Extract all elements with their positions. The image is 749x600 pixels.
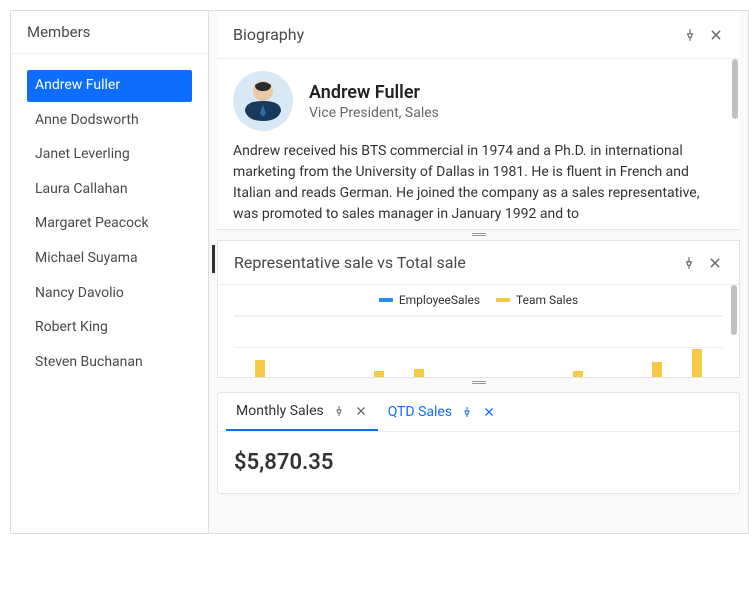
chart-header: Representative sale vs Total sale [218, 241, 739, 285]
pin-icon[interactable] [460, 405, 474, 419]
legend-label: EmployeeSales [399, 293, 480, 307]
sidebar-item-nancy-davolio[interactable]: Nancy Davolio [27, 278, 192, 310]
biography-header-info: Andrew Fuller Vice President, Sales [233, 71, 724, 131]
biography-title: Biography [233, 25, 304, 44]
sidebar-item-andrew-fuller[interactable]: Andrew Fuller [27, 70, 192, 102]
close-icon[interactable] [707, 255, 723, 271]
pin-icon[interactable] [332, 404, 346, 418]
biography-text: Andrew received his BTS commercial in 19… [233, 141, 724, 225]
tab-label: Monthly Sales [236, 403, 324, 419]
sidebar-item-laura-callahan[interactable]: Laura Callahan [27, 174, 192, 206]
tab-label: QTD Sales [388, 404, 452, 420]
tab-monthly-sales[interactable]: Monthly Sales [226, 393, 378, 431]
scrollbar-thumb[interactable] [732, 59, 738, 119]
bar-group [280, 315, 320, 377]
chart-bar[interactable] [692, 349, 702, 377]
biography-header: Biography [217, 11, 740, 59]
pin-icon[interactable] [682, 27, 698, 43]
bar-group [240, 315, 280, 377]
members-sidebar: Members Andrew Fuller Anne Dodsworth Jan… [11, 11, 209, 533]
members-list: Andrew Fuller Anne Dodsworth Janet Lever… [11, 54, 208, 397]
monthly-sales-value: $5,870.35 [234, 450, 723, 475]
sidebar-item-anne-dodsworth[interactable]: Anne Dodsworth [27, 105, 192, 137]
scrollbar-thumb[interactable] [731, 285, 737, 335]
biography-info: Andrew Fuller Vice President, Sales [309, 82, 439, 121]
sidebar-item-margaret-peacock[interactable]: Margaret Peacock [27, 208, 192, 240]
sidebar-item-janet-leverling[interactable]: Janet Leverling [27, 139, 192, 171]
avatar [233, 71, 293, 131]
chart-controls [681, 255, 723, 271]
chart-bar[interactable] [374, 371, 384, 377]
sidebar-item-robert-king[interactable]: Robert King [27, 312, 192, 344]
chart-bar[interactable] [573, 371, 583, 377]
bar-group [598, 315, 638, 377]
chart-bar[interactable] [652, 362, 662, 378]
legend-swatch-icon [379, 298, 393, 302]
chart-bar[interactable] [414, 369, 424, 377]
chart-plot-area [234, 315, 723, 377]
close-icon[interactable] [482, 405, 496, 419]
sidebar-title: Members [11, 11, 208, 54]
splitter[interactable] [209, 230, 748, 238]
splitter[interactable] [209, 378, 748, 386]
biography-controls [682, 27, 724, 43]
tabs-body: $5,870.35 [218, 432, 739, 493]
sidebar-item-steven-buchanan[interactable]: Steven Buchanan [27, 347, 192, 379]
person-name: Andrew Fuller [309, 82, 439, 103]
app-container: Members Andrew Fuller Anne Dodsworth Jan… [10, 10, 749, 534]
main-content: Biography [209, 11, 748, 533]
sales-chart-panel: Representative sale vs Total sale [217, 240, 740, 378]
bar-group [359, 315, 399, 377]
bar-group [558, 315, 598, 377]
bar-group [677, 315, 717, 377]
bar-group [320, 315, 360, 377]
legend-employee-sales[interactable]: EmployeeSales [379, 293, 480, 307]
legend-label: Team Sales [516, 293, 578, 307]
bar-group [638, 315, 678, 377]
tabs-header: Monthly Sales QTD Sales [218, 393, 739, 432]
chart-legend: EmployeeSales Team Sales [234, 293, 723, 307]
chart-bars [234, 315, 723, 377]
bar-group [439, 315, 479, 377]
person-role: Vice President, Sales [309, 105, 439, 121]
close-icon[interactable] [354, 404, 368, 418]
sales-tabs-panel: Monthly Sales QTD Sales [217, 392, 740, 494]
chart-title: Representative sale vs Total sale [234, 253, 466, 272]
biography-panel: Biography [217, 11, 740, 230]
legend-team-sales[interactable]: Team Sales [496, 293, 578, 307]
bar-group [518, 315, 558, 377]
sidebar-item-michael-suyama[interactable]: Michael Suyama [27, 243, 192, 275]
tab-qtd-sales[interactable]: QTD Sales [378, 394, 506, 430]
legend-swatch-icon [496, 298, 510, 302]
chart-bar[interactable] [255, 360, 265, 377]
chart-body: EmployeeSales Team Sales [218, 285, 739, 377]
pin-icon[interactable] [681, 255, 697, 271]
biography-body: Andrew Fuller Vice President, Sales Andr… [217, 59, 740, 229]
close-icon[interactable] [708, 27, 724, 43]
splitter-handle-icon [472, 233, 486, 236]
panel-active-indicator [212, 245, 215, 273]
bar-group [479, 315, 519, 377]
splitter-handle-icon [472, 381, 486, 384]
bar-group [399, 315, 439, 377]
